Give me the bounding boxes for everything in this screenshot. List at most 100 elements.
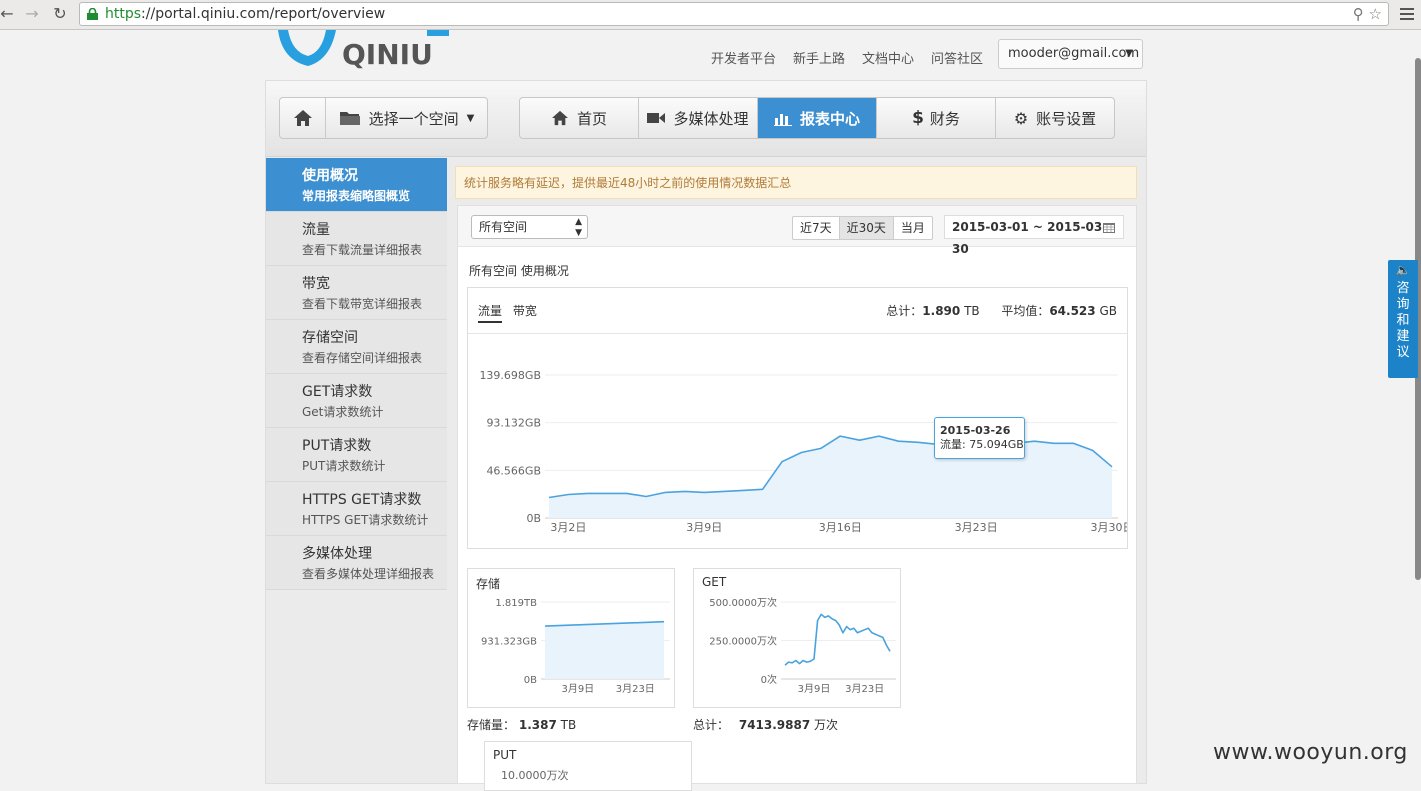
space-select-button[interactable]: 选择一个空间 ▼ [326, 98, 487, 138]
sidebar-item-bandwidth[interactable]: 带宽 查看下载带宽详细报表 [266, 266, 447, 320]
video-camera-icon [647, 113, 666, 123]
reload-icon[interactable]: ↻ [50, 4, 70, 24]
feedback-tab[interactable]: 🔈 咨询和建议 [1388, 260, 1418, 378]
sidebar-item-storage[interactable]: 存储空间查看存储空间详细报表 [266, 320, 447, 374]
y-tick-label: 1.819TB [495, 598, 537, 609]
main-tabs: 首页 多媒体处理 报表中心 $ 财务 ⚙ 账号设置 [519, 97, 1115, 139]
tab-home-label: 首页 [576, 109, 607, 128]
space-filter-select[interactable]: 所有空间 ▲ ▼ [471, 215, 588, 239]
series-area [545, 621, 664, 679]
range-7d-button[interactable]: 近7天 [793, 217, 840, 239]
get-chart[interactable]: 0次 250.0000万次 500.0000万次 3月9日 3月23日 [694, 569, 900, 707]
y-tick-label: 250.0000万次 [709, 635, 777, 648]
sidebar-item-title: PUT请求数 [302, 438, 372, 454]
put-card-title: PUT [493, 748, 517, 762]
filter-toolbar: 所有空间 ▲ ▼ 近7天 近30天 当月 2015-03-01 ~ 2015-03… [458, 206, 1136, 256]
getting-started-link[interactable]: 新手上路 [793, 48, 845, 67]
range-30d-button[interactable]: 近30天 [839, 217, 894, 239]
sidebar-item-https-get[interactable]: HTTPS GET请求数 HTTPS GET请求数统计 [266, 482, 447, 536]
dev-platform-link[interactable]: 开发者平台 [711, 48, 776, 67]
series-line [784, 613, 891, 666]
svg-text:QINIU: QINIU [342, 38, 433, 71]
storage-footer-unit: TB [560, 718, 577, 732]
feedback-label: 咨询和建议 [1396, 281, 1410, 360]
chart-tab-bandwidth[interactable]: 带宽 [513, 304, 537, 318]
get-footer-unit: 万次 [814, 718, 839, 732]
tab-multimedia[interactable]: 多媒体处理 [639, 98, 758, 138]
sidebar-item-subtitle: 查看存储空间详细报表 [302, 351, 423, 365]
sidebar-item-put-requests[interactable]: PUT请求数 PUT请求数统计 [266, 428, 447, 482]
total-value: 1.890 [922, 304, 961, 318]
sidebar-item-multimedia[interactable]: 多媒体处理 查看多媒体处理详细报表 [266, 536, 447, 590]
url-text: https://portal.qiniu.com/report/overview [105, 6, 386, 22]
sidebar-item-overview[interactable]: 使用概况常用报表缩略图概览 [266, 158, 447, 212]
x-tick-label: 3月30日 [1091, 521, 1128, 534]
date-range-picker[interactable]: 2015-03-01 ~ 2015-03-30 [944, 215, 1124, 256]
sidebar-item-traffic[interactable]: 流量 查看下载流量详细报表 [266, 212, 447, 266]
space-filter-value: 所有空间 [479, 220, 528, 234]
speaker-icon: 🔈 [1395, 263, 1411, 277]
browser-menu-icon[interactable] [1400, 5, 1414, 23]
overview-panel: 所有空间 ▲ ▼ 近7天 近30天 当月 2015-03-01 ~ 2015-03… [457, 205, 1137, 791]
traffic-chart-card: 流量 带宽 总计：1.890 TB 平均值：64.523 GB 0B 46.566… [467, 287, 1128, 549]
home-icon [293, 110, 312, 126]
back-icon[interactable]: ← [0, 4, 17, 24]
tooltip-value: 流量: 75.094GB [940, 438, 1024, 451]
tab-home[interactable]: 首页 [520, 98, 639, 138]
sidebar-item-subtitle: PUT请求数统计 [302, 459, 386, 473]
sidebar-item-subtitle: Get请求数统计 [302, 405, 384, 419]
y-tick-label: 93.132GB [486, 417, 541, 430]
sidebar-item-title: HTTPS GET请求数 [302, 492, 422, 508]
sidebar-item-subtitle: HTTPS GET请求数统计 [302, 513, 429, 527]
chart-summary: 总计：1.890 TB 平均值：64.523 GB [886, 302, 1117, 319]
docs-link[interactable]: 文档中心 [862, 48, 914, 67]
account-email: mooder@gmail.com [1008, 46, 1140, 61]
sidebar-item-subtitle: 查看下载带宽详细报表 [302, 297, 423, 311]
storage-footer-label: 存储量： [467, 718, 516, 732]
range-month-button[interactable]: 当月 [894, 217, 932, 239]
tab-account-settings[interactable]: ⚙ 账号设置 [996, 98, 1114, 138]
sidebar-item-title: 存储空间 [302, 330, 358, 346]
main-navbar: 选择一个空间 ▼ 首页 多媒体处理 报表中心 $ 财务 ⚙ 账号设置 [266, 81, 1146, 157]
put-y-tick: 10.0000万次 [501, 769, 569, 782]
storage-footer: 存储量： 1.387 TB [467, 716, 576, 733]
qa-community-link[interactable]: 问答社区 [931, 48, 983, 67]
tab-finance-label: 财务 [929, 109, 960, 128]
x-tick-label: 3月2日 [550, 521, 586, 534]
series-area [549, 436, 1112, 518]
tab-reports[interactable]: 报表中心 [758, 98, 877, 138]
tab-finance[interactable]: $ 财务 [877, 98, 996, 138]
sidebar-item-title: 多媒体处理 [302, 546, 372, 562]
sidebar-item-get-requests[interactable]: GET请求数 Get请求数统计 [266, 374, 447, 428]
caret-down-icon: ▼ [1125, 48, 1133, 59]
chart-tab-traffic[interactable]: 流量 [478, 304, 503, 323]
select-arrows-icon: ▲ ▼ [575, 217, 582, 238]
bar-chart-icon [773, 114, 792, 126]
total-label: 总计： [886, 304, 923, 318]
qiniu-logo[interactable]: QINIU [274, 30, 454, 72]
bookmark-star-icon[interactable]: ☆ [1369, 5, 1382, 23]
account-dropdown[interactable]: mooder@gmail.com ▼ [998, 39, 1143, 69]
address-bar[interactable]: https://portal.qiniu.com/report/overview… [79, 2, 1389, 26]
home-button[interactable] [280, 98, 326, 138]
tab-multimedia-label: 多媒体处理 [673, 109, 749, 128]
average-unit: GB [1099, 304, 1117, 318]
get-footer-value: 7413.9887 [738, 718, 811, 732]
get-footer-label: 总计： [693, 718, 730, 732]
overview-title: 所有空间 使用概况 [469, 264, 569, 278]
delay-notice: 统计服务略有延迟，提供最近48小时之前的使用情况数据汇总 [455, 166, 1137, 199]
tooltip-date: 2015-03-26 [940, 424, 1011, 437]
home-icon [551, 110, 568, 126]
lock-icon [87, 8, 98, 20]
forward-icon[interactable]: → [22, 4, 42, 24]
x-tick-label: 3月9日 [798, 683, 831, 695]
sidebar-item-subtitle: 常用报表缩略图概览 [302, 189, 411, 203]
storage-chart[interactable]: 0B 931.323GB 1.819TB 3月9日 3月23日 [468, 569, 674, 707]
get-footer: 总计： 7413.9887 万次 [693, 716, 838, 733]
y-tick-label: 139.698GB [479, 369, 541, 382]
traffic-chart[interactable]: 0B 46.566GB 93.132GB 139.698GB 3月2日 3月9日 3月16日… [468, 333, 1127, 549]
x-tick-label: 3月9日 [686, 521, 722, 534]
sidebar-item-title: 使用概况 [302, 168, 358, 184]
y-tick-label: 0次 [761, 673, 777, 686]
zoom-icon[interactable]: ⚲ [1353, 5, 1364, 23]
